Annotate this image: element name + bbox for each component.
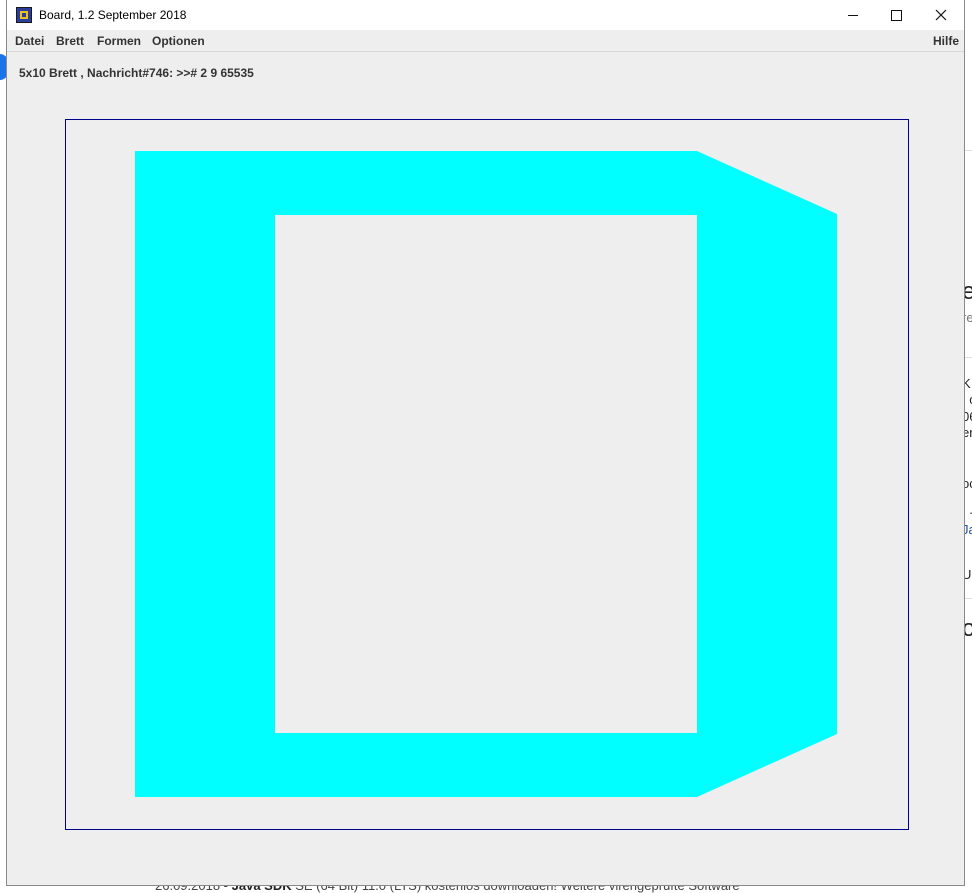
board-canvas[interactable] <box>7 0 964 884</box>
board-window: Board, 1.2 September 2018 Datei Brett Fo… <box>6 0 965 886</box>
cyan-frame-shape[interactable] <box>135 151 837 797</box>
